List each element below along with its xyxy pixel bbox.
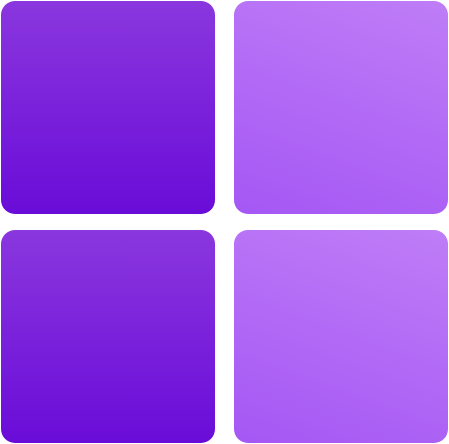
logo-tile-bottom-left <box>1 230 215 443</box>
logo-tile-top-left <box>1 1 215 214</box>
logo-tile-bottom-right <box>234 230 448 443</box>
logo-tile-top-right <box>234 1 448 214</box>
windows-logo-icon <box>0 0 449 444</box>
